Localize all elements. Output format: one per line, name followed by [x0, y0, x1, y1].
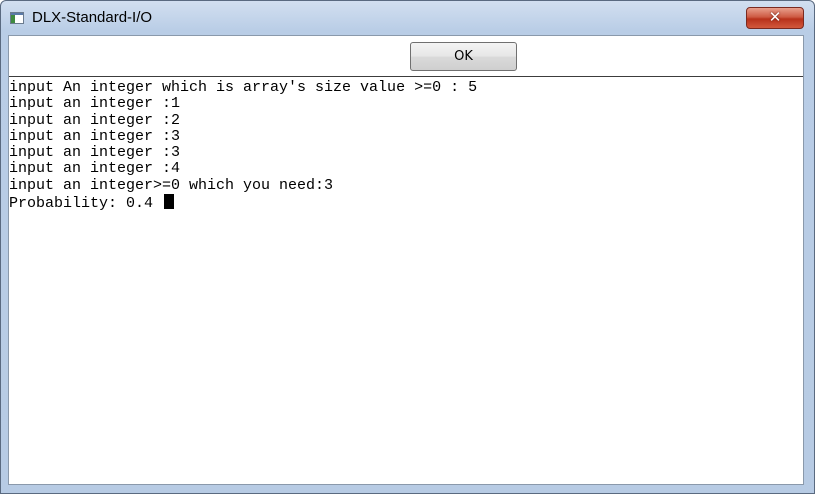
probability-output: Probability: 0.4 [9, 195, 163, 213]
console-line: input an integer :3 [9, 127, 181, 145]
console-line: input an integer>=0 which you need:3 [9, 176, 334, 194]
console-line: input an integer :2 [9, 111, 181, 129]
window-app-icon [10, 12, 24, 24]
client-area: OK input An integer which is array's siz… [8, 35, 804, 485]
window-title: DLX-Standard-I/O [32, 9, 153, 26]
console-line: input An integer which is array's size v… [9, 79, 478, 96]
button-bar: OK [9, 36, 803, 77]
console-line: input an integer :1 [9, 95, 181, 113]
app-window: DLX-Standard-I/O ✕ OK input An integer w… [0, 0, 815, 494]
close-icon: ✕ [768, 8, 782, 26]
ok-button[interactable]: OK [410, 42, 517, 71]
title-bar[interactable]: DLX-Standard-I/O ✕ [1, 1, 814, 35]
console-line: input an integer :3 [9, 144, 181, 162]
console-line: input an integer :4 [9, 160, 181, 178]
console-output[interactable]: input An integer which is array's size v… [9, 77, 803, 484]
close-button[interactable]: ✕ [746, 7, 804, 29]
console-last-line: Probability: 0.4 [9, 194, 803, 213]
text-cursor-icon [164, 194, 175, 210]
